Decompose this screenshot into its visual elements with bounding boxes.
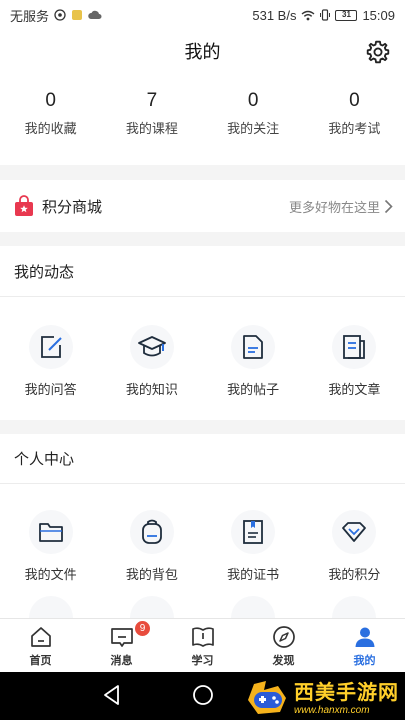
more-goods-label: 更多好物在这里 xyxy=(288,199,380,215)
icon-wrapper xyxy=(129,510,174,554)
icon-wrapper xyxy=(231,325,276,369)
grid-item-points[interactable]: 我的积分 xyxy=(304,510,405,583)
stat-label: 我的收藏 xyxy=(24,121,77,136)
bottom-tab-bar: 首页 9 消息 学习 发现 我的 xyxy=(0,618,405,672)
stat-label: 我的课程 xyxy=(125,121,178,136)
grid-label: 我的文件 xyxy=(24,567,77,582)
status-bar: 无服务 531 B/s 31 15:09 xyxy=(0,0,405,30)
graduation-cap-icon xyxy=(137,336,166,357)
tab-label: 学习 xyxy=(191,655,214,667)
grid-item-posts[interactable]: 我的帖子 xyxy=(203,325,304,398)
icon-wrapper xyxy=(332,510,377,554)
stats-row: 0 我的收藏 7 我的课程 0 我的关注 0 我的考试 xyxy=(0,90,405,150)
battery-icon: 31 xyxy=(335,9,358,21)
stat-exams[interactable]: 0 我的考试 xyxy=(304,90,405,150)
gamepad-logo-icon xyxy=(248,681,286,714)
watermark-title: 西美手游网 xyxy=(294,682,399,704)
grid-item-certificates[interactable]: 我的证书 xyxy=(203,510,304,583)
grid-item-knowledge[interactable]: 我的知识 xyxy=(101,325,202,398)
section-gap xyxy=(0,232,405,246)
certificate-icon xyxy=(243,520,264,544)
gear-icon[interactable] xyxy=(365,39,391,65)
activity-grid: 我的问答 我的知识 我的帖子 我的文章 xyxy=(0,325,405,398)
shopping-bag-icon xyxy=(15,195,33,216)
stat-follows[interactable]: 0 我的关注 xyxy=(203,90,304,150)
vibrate-icon xyxy=(320,9,331,21)
user-icon xyxy=(355,627,374,647)
stat-label: 我的关注 xyxy=(227,121,280,136)
activity-section-title: 我的动态 xyxy=(14,264,75,281)
section-gap xyxy=(0,420,405,434)
page-title: 我的 xyxy=(184,42,221,62)
wifi-icon xyxy=(302,10,315,20)
icon-wrapper xyxy=(28,510,73,554)
article-icon xyxy=(343,335,366,359)
grid-label: 我的文章 xyxy=(328,382,381,397)
tab-label: 发现 xyxy=(272,655,295,667)
message-icon xyxy=(110,628,133,647)
tab-study[interactable]: 学习 xyxy=(162,619,243,672)
tab-label: 首页 xyxy=(29,655,52,667)
stat-courses[interactable]: 7 我的课程 xyxy=(101,90,202,150)
cloud-icon xyxy=(88,10,102,19)
ball-icon xyxy=(54,9,66,21)
watermark-url: www.hanxm.com xyxy=(294,705,370,716)
icon-wrapper xyxy=(28,325,73,369)
clock: 15:09 xyxy=(362,7,395,23)
section-gap xyxy=(0,165,405,180)
more-goods-link[interactable]: 更多好物在这里 xyxy=(289,197,393,216)
diamond-icon xyxy=(342,522,367,542)
folder-icon xyxy=(38,523,63,542)
tab-label: 消息 xyxy=(110,655,133,667)
grid-label: 我的背包 xyxy=(125,567,178,582)
stat-favorites[interactable]: 0 我的收藏 xyxy=(0,90,101,150)
grid-item-questions[interactable]: 我的问答 xyxy=(0,325,101,398)
grid-label: 我的问答 xyxy=(24,382,77,397)
points-mall-row[interactable]: 积分商城 更多好物在这里 xyxy=(0,180,405,232)
unread-badge: 9 xyxy=(135,621,150,636)
header: 我的 xyxy=(0,30,405,72)
compass-icon xyxy=(272,626,295,648)
network-speed: 531 B/s xyxy=(252,7,297,23)
stat-value: 0 xyxy=(349,90,360,111)
icon-wrapper xyxy=(129,325,174,369)
personal-section-title: 个人中心 xyxy=(14,451,75,468)
grid-item-files[interactable]: 我的文件 xyxy=(0,510,101,583)
tab-label: 我的 xyxy=(353,655,376,667)
watermark: 西美手游网 www.hanxm.com xyxy=(244,676,399,716)
stat-value: 0 xyxy=(45,90,56,111)
book-icon xyxy=(191,627,214,647)
carrier-text: 无服务 xyxy=(10,8,50,24)
points-mall-title: 积分商城 xyxy=(42,198,103,216)
system-nav-bar: 西美手游网 www.hanxm.com xyxy=(0,672,405,720)
chevron-right-icon xyxy=(384,199,393,213)
stat-value: 7 xyxy=(146,90,158,111)
stat-value: 0 xyxy=(247,90,259,111)
tab-home[interactable]: 首页 xyxy=(0,619,81,672)
stat-label: 我的考试 xyxy=(328,121,381,136)
grid-item-backpack[interactable]: 我的背包 xyxy=(101,510,202,583)
grid-label: 我的知识 xyxy=(125,382,178,397)
personal-grid: 我的文件 我的背包 我的证书 我的积分 xyxy=(0,510,405,583)
icon-wrapper xyxy=(231,510,276,554)
document-icon xyxy=(243,335,264,359)
tab-messages[interactable]: 9 消息 xyxy=(81,619,162,672)
home-icon xyxy=(30,627,51,647)
grid-label: 我的证书 xyxy=(227,567,280,582)
edit-icon xyxy=(40,336,62,358)
divider xyxy=(0,296,405,297)
grid-item-articles[interactable]: 我的文章 xyxy=(304,325,405,398)
divider xyxy=(0,483,405,484)
tab-mine[interactable]: 我的 xyxy=(324,619,405,672)
tab-discover[interactable]: 发现 xyxy=(243,619,324,672)
backpack-icon xyxy=(141,519,162,544)
grid-label: 我的积分 xyxy=(328,567,381,582)
notification-icon xyxy=(72,10,83,20)
grid-label: 我的帖子 xyxy=(227,382,280,397)
back-icon[interactable] xyxy=(102,684,122,706)
home-button-icon[interactable] xyxy=(192,684,214,706)
icon-wrapper xyxy=(332,325,377,369)
